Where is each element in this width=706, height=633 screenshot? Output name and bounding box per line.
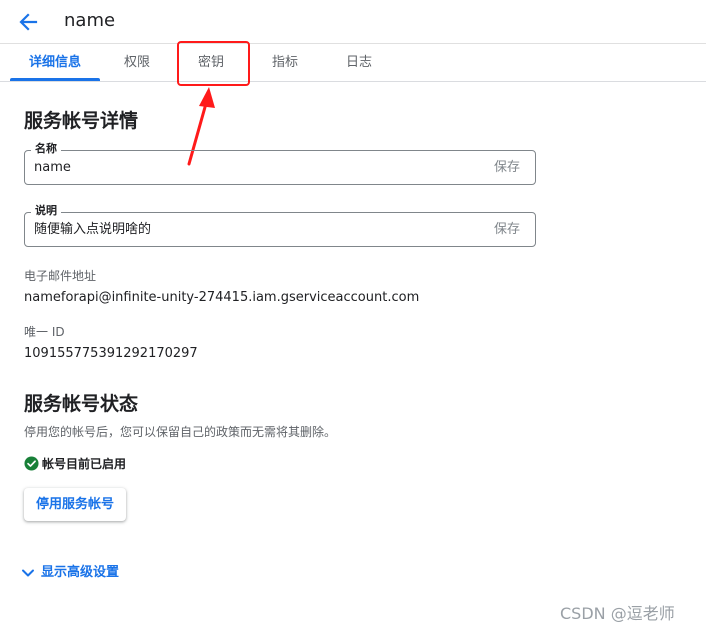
tab-metrics[interactable]: 指标 <box>260 45 310 81</box>
status-text: 帐号目前已启用 <box>42 457 127 471</box>
check-circle-icon <box>24 456 39 471</box>
email-value: nameforapi@infinite-unity-274415.iam.gse… <box>24 290 420 305</box>
annotation-highlight-box <box>177 41 250 86</box>
disable-account-button[interactable]: 停用服务帐号 <box>24 488 126 521</box>
name-field-value[interactable]: name <box>34 159 71 176</box>
tab-logs[interactable]: 日志 <box>334 45 384 81</box>
description-save-button[interactable]: 保存 <box>494 221 520 238</box>
name-field-label: 名称 <box>31 142 61 156</box>
active-tab-indicator <box>10 78 100 81</box>
unique-id-value: 109155775391292170297 <box>24 346 198 361</box>
watermark: CSDN @逗老师 <box>560 604 675 623</box>
page-title: name <box>64 10 116 31</box>
description-field-label: 说明 <box>31 204 61 218</box>
tab-permissions[interactable]: 权限 <box>112 45 162 81</box>
show-advanced-settings-label: 显示高级设置 <box>41 565 120 580</box>
tab-bar: 详细信息 权限 密钥 指标 日志 <box>0 45 706 82</box>
name-save-button[interactable]: 保存 <box>494 159 520 176</box>
details-heading: 服务帐号详情 <box>24 110 139 132</box>
unique-id-label: 唯一 ID <box>24 325 65 339</box>
status-heading: 服务帐号状态 <box>24 393 139 415</box>
email-label: 电子邮件地址 <box>24 269 97 283</box>
name-field[interactable]: 名称 name 保存 <box>24 142 536 185</box>
chevron-down-icon <box>22 569 34 577</box>
arrow-back-icon[interactable] <box>14 8 42 36</box>
description-field-value[interactable]: 随便输入点说明啥的 <box>34 221 151 238</box>
description-field[interactable]: 说明 随便输入点说明啥的 保存 <box>24 204 536 247</box>
status-description: 停用您的帐号后，您可以保留自己的政策而无需将其删除。 <box>24 425 337 439</box>
page-header: name <box>0 0 706 44</box>
tab-details[interactable]: 详细信息 <box>10 45 100 81</box>
